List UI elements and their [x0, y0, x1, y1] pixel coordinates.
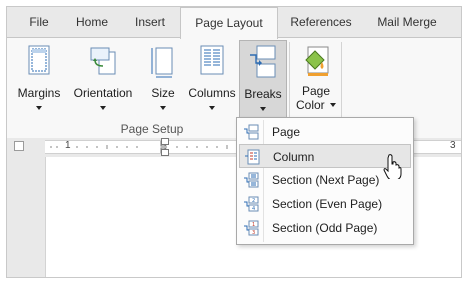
- menu-item-label: Section (Odd Page): [272, 221, 378, 235]
- columns-button[interactable]: Columns: [187, 40, 237, 116]
- hand-cursor-icon: [383, 154, 402, 179]
- left-indent-marker[interactable]: [161, 149, 169, 156]
- ribbon-tab-bar: File Home Insert Page Layout References …: [7, 7, 461, 39]
- breaks-button[interactable]: Breaks: [239, 40, 287, 122]
- size-button[interactable]: Size: [143, 40, 183, 116]
- breaks-dropdown-menu: Page Column Section (Next Page) 2 4 Sect…: [236, 117, 414, 245]
- size-icon: [151, 47, 173, 78]
- orientation-icon: [90, 47, 116, 75]
- svg-text:3: 3: [252, 230, 255, 236]
- tab-home[interactable]: Home: [67, 7, 117, 37]
- orientation-dropdown-icon: [100, 106, 106, 110]
- columns-label: Columns: [188, 86, 236, 100]
- tab-page-layout[interactable]: Page Layout: [180, 7, 278, 39]
- column-break-icon: [245, 149, 260, 165]
- margins-dropdown-icon: [36, 106, 42, 110]
- margins-label: Margins: [17, 86, 61, 100]
- svg-text:1: 1: [252, 222, 255, 228]
- menu-item-section-odd-page[interactable]: 1 3 Section (Odd Page): [239, 216, 411, 240]
- menu-item-label: Column: [273, 150, 315, 164]
- ruler-mark-1: 1: [65, 140, 71, 151]
- columns-icon: [200, 45, 224, 75]
- page-break-icon: [250, 45, 276, 78]
- section-odd-page-icon: 1 3: [244, 220, 259, 236]
- menu-item-label: Section (Next Page): [272, 173, 380, 187]
- margins-icon: [28, 45, 50, 75]
- section-next-page-icon: [244, 172, 259, 188]
- svg-text:2: 2: [252, 198, 255, 204]
- orientation-label: Orientation: [73, 86, 133, 100]
- page-color-label: Page Color: [293, 84, 339, 112]
- first-line-indent-marker[interactable]: [161, 138, 169, 145]
- page-color-dropdown-icon: [330, 103, 337, 107]
- menu-item-label: Page: [272, 125, 301, 139]
- svg-text:4: 4: [252, 206, 255, 212]
- tab-mail-merge[interactable]: Mail Merge: [364, 7, 450, 37]
- menu-item-label: Section (Even Page): [272, 197, 383, 211]
- group-label-page-setup: Page Setup: [120, 122, 184, 136]
- columns-dropdown-icon: [209, 106, 215, 110]
- page-color-button[interactable]: Page Color: [293, 40, 339, 116]
- page-break-icon: [244, 124, 259, 140]
- paint-bucket-icon: [305, 46, 329, 76]
- breaks-dropdown-icon: [260, 107, 266, 111]
- page-color-label-line1: Page: [301, 84, 331, 98]
- orientation-button[interactable]: Orientation: [69, 40, 137, 116]
- section-even-page-icon: 2 4: [244, 196, 259, 212]
- tab-insert[interactable]: Insert: [125, 7, 175, 37]
- size-label: Size: [151, 86, 175, 100]
- page-color-label-line2: Color: [295, 98, 325, 112]
- tab-stop-selector-icon[interactable]: [14, 141, 24, 151]
- size-dropdown-icon: [160, 106, 166, 110]
- tab-references[interactable]: References: [279, 7, 363, 37]
- menu-item-page[interactable]: Page: [239, 120, 411, 144]
- menu-item-section-even-page[interactable]: 2 4 Section (Even Page): [239, 192, 411, 216]
- margins-button[interactable]: Margins: [15, 40, 63, 116]
- ruler-mark-3: 3: [450, 140, 456, 151]
- breaks-label: Breaks: [244, 87, 282, 101]
- tab-file[interactable]: File: [19, 7, 59, 37]
